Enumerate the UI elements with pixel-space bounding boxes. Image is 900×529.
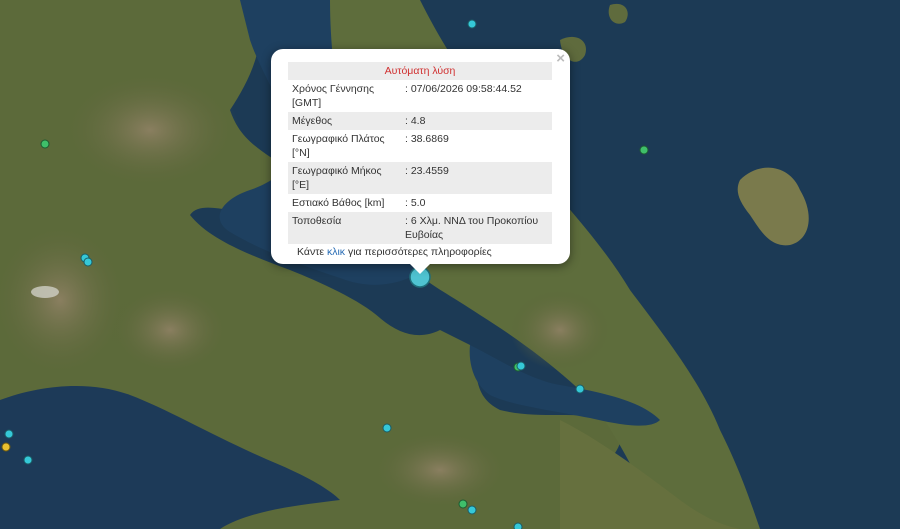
more-info-link[interactable]: κλικ bbox=[327, 246, 345, 258]
earthquake-marker[interactable] bbox=[382, 423, 392, 433]
earthquake-marker[interactable] bbox=[467, 505, 477, 515]
terrain-relief bbox=[60, 70, 240, 190]
depth-label: Εστιακό Βάθος [km] bbox=[292, 197, 385, 209]
earthquake-details-table: Αυτόματη λύση Χρόνος Γέννησης [GMT] : 07… bbox=[288, 62, 552, 244]
latitude-label: Γεωγραφικό Πλάτος [°N] bbox=[292, 133, 385, 159]
earthquake-marker[interactable] bbox=[575, 384, 585, 394]
location-value: : 6 Χλμ. ΝΝΔ του Προκοπίου Ευβοίας bbox=[401, 212, 552, 244]
earthquake-marker[interactable] bbox=[1, 442, 11, 452]
terrain-relief bbox=[370, 430, 510, 510]
longitude-value: : 23.4559 bbox=[401, 162, 552, 194]
terrain-relief bbox=[510, 290, 610, 370]
longitude-label: Γεωγραφικό Μήκος [°E] bbox=[288, 162, 401, 194]
origin-time-label: Χρόνος Γέννησης [GMT] bbox=[292, 83, 375, 109]
earthquake-marker[interactable] bbox=[513, 522, 523, 529]
earthquake-marker[interactable] bbox=[83, 257, 93, 267]
more-info-text: Κάντε κλικ για περισσότερες πληροφορίες bbox=[288, 246, 553, 258]
earthquake-marker[interactable] bbox=[23, 455, 33, 465]
earthquake-info-popup: × Αυτόματη λύση Χρόνος Γέννησης [GMT] : … bbox=[271, 49, 570, 274]
latitude-value: : 38.6869 bbox=[405, 133, 449, 145]
depth-value: : 5.0 bbox=[405, 197, 426, 209]
origin-time-value: : 07/06/2026 09:58:44.52 bbox=[405, 83, 522, 95]
magnitude-label: Μέγεθος bbox=[288, 112, 401, 130]
popup-title: Αυτόματη λύση bbox=[288, 62, 552, 80]
terrain-relief bbox=[110, 285, 230, 375]
location-label: Τοποθεσία bbox=[288, 212, 401, 244]
terrain-relief bbox=[31, 286, 59, 298]
earthquake-marker[interactable] bbox=[467, 19, 477, 29]
earthquake-marker[interactable] bbox=[40, 139, 50, 149]
close-icon[interactable]: × bbox=[556, 50, 565, 67]
more-info-suffix: για περισσότερες πληροφορίες bbox=[345, 246, 492, 258]
earthquake-marker[interactable] bbox=[4, 429, 14, 439]
magnitude-value: : 4.8 bbox=[401, 112, 552, 130]
earthquake-marker[interactable] bbox=[458, 499, 468, 509]
earthquake-marker[interactable] bbox=[516, 361, 526, 371]
earthquake-marker[interactable] bbox=[639, 145, 649, 155]
more-info-prefix: Κάντε bbox=[297, 246, 327, 258]
